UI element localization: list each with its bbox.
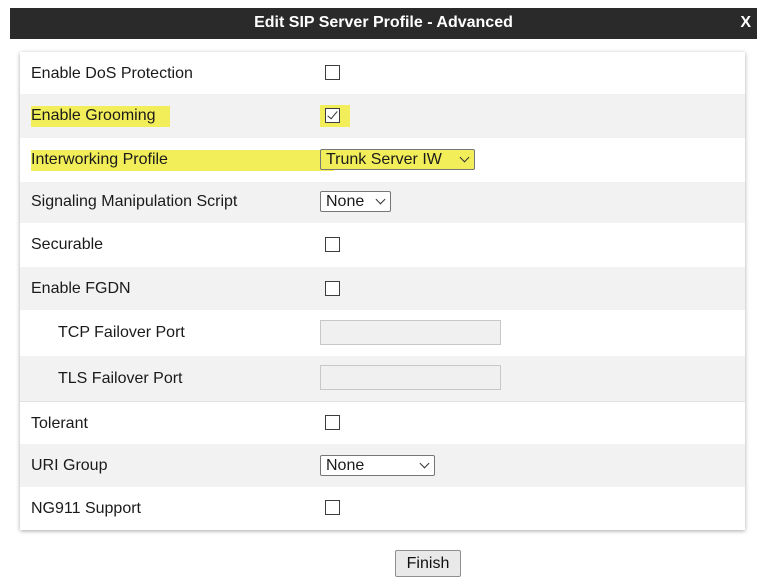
dialog-title: Edit SIP Server Profile - Advanced (254, 14, 513, 31)
interworking-profile-value: Trunk Server IW (326, 151, 442, 168)
enable-fgdn-label: Enable FGDN (31, 280, 131, 297)
signaling-manipulation-script-value: None (326, 193, 365, 210)
tolerant-label: Tolerant (31, 415, 88, 432)
uri-group-select[interactable]: None (320, 455, 435, 476)
tcp-failover-port-label: TCP Failover Port (58, 324, 185, 341)
row-uri-group: URI Group None (20, 444, 745, 487)
interworking-profile-label: Interworking Profile (31, 150, 334, 171)
row-tolerant: Tolerant (20, 401, 745, 444)
enable-dos-protection-label: Enable DoS Protection (31, 65, 193, 82)
tls-failover-port-input[interactable] (320, 365, 501, 390)
interworking-profile-select[interactable]: Trunk Server IW (320, 149, 475, 170)
enable-dos-protection-checkbox[interactable] (325, 65, 340, 80)
row-enable-grooming: Enable Grooming (20, 94, 745, 138)
ng911-support-checkbox[interactable] (325, 500, 340, 515)
tcp-failover-port-input[interactable] (320, 320, 501, 345)
row-enable-fgdn: Enable FGDN (20, 267, 745, 310)
signaling-manipulation-script-label: Signaling Manipulation Script (31, 193, 238, 210)
enable-fgdn-checkbox[interactable] (325, 281, 340, 296)
finish-button[interactable]: Finish (395, 550, 461, 577)
row-signaling-manipulation-script: Signaling Manipulation Script None (20, 182, 745, 223)
securable-checkbox[interactable] (325, 237, 340, 252)
tls-failover-port-label: TLS Failover Port (58, 370, 183, 387)
chevron-down-icon (375, 194, 386, 205)
row-tls-failover-port: TLS Failover Port (20, 356, 745, 401)
chevron-down-icon (459, 152, 470, 163)
ng911-support-label: NG911 Support (31, 500, 141, 517)
row-tcp-failover-port: TCP Failover Port (20, 310, 745, 356)
chevron-down-icon (419, 458, 430, 469)
uri-group-value: None (326, 457, 365, 474)
row-securable: Securable (20, 223, 745, 267)
uri-group-label: URI Group (31, 457, 108, 474)
row-enable-dos-protection: Enable DoS Protection (20, 52, 745, 94)
dialog-titlebar: Edit SIP Server Profile - Advanced X (10, 8, 757, 39)
securable-label: Securable (31, 236, 104, 253)
signaling-manipulation-script-select[interactable]: None (320, 191, 391, 212)
tolerant-checkbox[interactable] (325, 415, 340, 430)
enable-grooming-label: Enable Grooming (31, 106, 170, 127)
settings-panel: Enable DoS Protection Enable Grooming In… (20, 52, 745, 530)
enable-grooming-checkbox[interactable] (325, 108, 340, 123)
row-ng911-support: NG911 Support (20, 487, 745, 530)
row-interworking-profile: Interworking Profile Trunk Server IW (20, 138, 745, 182)
close-icon[interactable]: X (740, 14, 751, 32)
